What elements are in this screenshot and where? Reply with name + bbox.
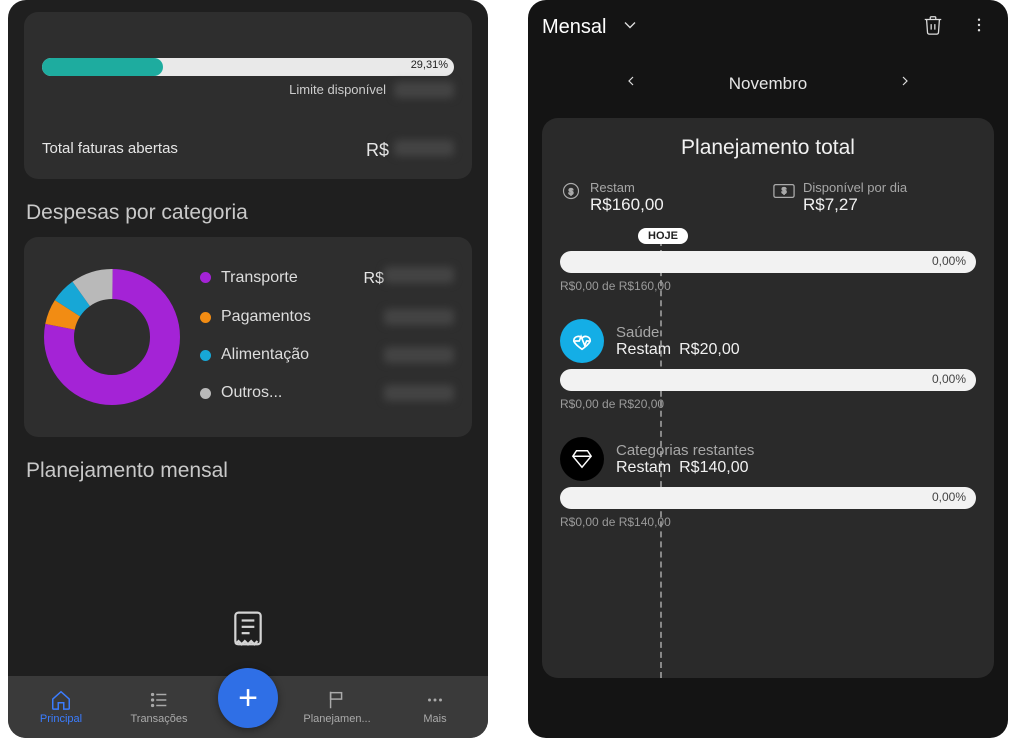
phone-right: Mensal Novembro Planejamento total $ xyxy=(528,0,1008,738)
phone-left: 29,31% Limite disponível 0000 Total fatu… xyxy=(8,0,488,738)
budget-pct: 0,00% xyxy=(932,254,966,268)
chart-legend: Transporte R$ Pagamentos Alimentação Out… xyxy=(200,257,454,417)
legend-dot-icon xyxy=(200,388,211,399)
bottom-nav: Principal Transações + Planejamen... Mai… xyxy=(8,676,488,738)
budget-sub: R$0,00 de R$160,00 xyxy=(560,279,976,293)
open-invoices-value: R$ 0000 xyxy=(366,140,454,161)
home-icon xyxy=(50,689,72,711)
legend-label: Transporte xyxy=(221,269,354,287)
budget-bar: 0,00% xyxy=(560,487,976,509)
credit-card-summary[interactable]: 29,31% Limite disponível 0000 Total fatu… xyxy=(24,12,472,179)
budget-head: Saúde Restam R$20,00 xyxy=(560,319,976,363)
month-label: Novembro xyxy=(729,74,807,94)
monthly-planning-title: Planejamento mensal xyxy=(26,459,470,483)
legend-dot-icon xyxy=(200,312,211,323)
legend-row-transporte[interactable]: Transporte R$ xyxy=(200,257,454,298)
budget-restantes[interactable]: Categorias restantes Restam R$140,00 0,00… xyxy=(560,437,976,529)
budget-pct: 0,00% xyxy=(932,372,966,386)
nav-transacoes[interactable]: Transações xyxy=(120,689,198,725)
limit-progress-track: 29,31% xyxy=(42,58,454,76)
legend-value-blurred xyxy=(384,385,454,401)
next-month-button[interactable] xyxy=(897,73,913,94)
period-dropdown[interactable]: Mensal xyxy=(542,16,606,39)
legend-value-blurred xyxy=(384,267,454,283)
svg-text:$: $ xyxy=(569,186,574,196)
nav-label: Planejamen... xyxy=(303,713,370,725)
legend-value: R$ xyxy=(364,267,454,288)
limit-progress-percent: 29,31% xyxy=(411,59,448,71)
rest-label: Restam xyxy=(616,341,671,358)
legend-row-outros[interactable]: Outros... xyxy=(200,374,454,412)
limit-progress-fill xyxy=(42,58,163,76)
chevron-down-icon[interactable] xyxy=(620,15,640,40)
summary-stats: $ Restam R$160,00 $ Disponível por dia R… xyxy=(560,180,976,215)
trash-icon[interactable] xyxy=(916,8,950,47)
month-nav: Novembro xyxy=(528,53,1008,118)
diamond-icon xyxy=(560,437,604,481)
expenses-chart-card[interactable]: Transporte R$ Pagamentos Alimentação Out… xyxy=(24,237,472,437)
more-icon xyxy=(424,689,446,711)
budget-sub: R$0,00 de R$20,00 xyxy=(560,397,976,411)
coin-icon: $ xyxy=(560,180,582,202)
nav-label: Principal xyxy=(40,713,82,725)
limit-available-row: Limite disponível 0000 xyxy=(42,82,454,98)
donut-chart xyxy=(42,257,182,417)
nav-label: Mais xyxy=(423,713,446,725)
budget-bar: 0,00% xyxy=(560,251,976,273)
legend-row-alimentacao[interactable]: Alimentação xyxy=(200,336,454,374)
nav-principal[interactable]: Principal xyxy=(22,689,100,725)
stat-per-day-label: Disponível por dia xyxy=(803,180,907,195)
legend-value-blurred xyxy=(384,347,454,363)
category-name: Saúde xyxy=(616,324,740,341)
nav-mais[interactable]: Mais xyxy=(396,689,474,725)
open-invoices-value-blurred: 0000 xyxy=(394,140,454,156)
planning-card: Planejamento total $ Restam R$160,00 $ D… xyxy=(542,118,994,678)
planning-card-title: Planejamento total xyxy=(560,136,976,160)
legend-dot-icon xyxy=(200,272,211,283)
legend-label: Outros... xyxy=(221,384,374,402)
limit-available-value-blurred: 0000 xyxy=(394,82,454,98)
budget-total[interactable]: 0,00% R$0,00 de R$160,00 xyxy=(560,251,976,293)
kebab-icon[interactable] xyxy=(964,10,994,45)
open-invoices-row: Total faturas abertas R$ 0000 xyxy=(42,140,454,161)
currency-prefix: R$ xyxy=(366,140,389,160)
budget-head: Categorias restantes Restam R$140,00 xyxy=(560,437,976,481)
currency-prefix: R$ xyxy=(364,270,384,287)
stat-remaining-value: R$160,00 xyxy=(590,195,664,215)
stat-remaining: $ Restam R$160,00 xyxy=(560,180,763,215)
rest-value: R$140,00 xyxy=(679,459,748,476)
budget-saude[interactable]: Saúde Restam R$20,00 0,00% R$0,00 de R$20… xyxy=(560,319,976,411)
rest-value: R$20,00 xyxy=(679,341,740,358)
legend-value-blurred xyxy=(384,309,454,325)
rest-label: Restam xyxy=(616,459,671,476)
top-cards-wrap: 29,31% Limite disponível 0000 Total fatu… xyxy=(8,12,488,179)
stat-per-day-value: R$7,27 xyxy=(803,195,907,215)
legend-label: Pagamentos xyxy=(221,308,374,326)
flag-icon xyxy=(326,689,348,711)
fab-add[interactable]: + xyxy=(218,668,278,728)
receipt-icon[interactable] xyxy=(229,609,267,656)
today-marker: HOJE xyxy=(638,228,688,244)
limit-available-label: Limite disponível xyxy=(289,82,386,98)
category-name: Categorias restantes xyxy=(616,442,754,459)
stat-per-day: $ Disponível por dia R$7,27 xyxy=(773,180,976,215)
nav-label: Transações xyxy=(130,713,187,725)
legend-row-pagamentos[interactable]: Pagamentos xyxy=(200,298,454,336)
stat-remaining-label: Restam xyxy=(590,180,664,195)
bill-icon: $ xyxy=(773,180,795,202)
list-icon xyxy=(148,689,170,711)
plus-icon: + xyxy=(238,679,258,718)
expenses-section-title: Despesas por categoria xyxy=(26,201,470,225)
prev-month-button[interactable] xyxy=(623,73,639,94)
budget-bar: 0,00% xyxy=(560,369,976,391)
legend-dot-icon xyxy=(200,350,211,361)
period-header: Mensal xyxy=(528,0,1008,53)
health-icon xyxy=(560,319,604,363)
budget-pct: 0,00% xyxy=(932,490,966,504)
open-invoices-label: Total faturas abertas xyxy=(42,140,178,161)
budget-sub: R$0,00 de R$140,00 xyxy=(560,515,976,529)
legend-label: Alimentação xyxy=(221,346,374,364)
nav-planejamento[interactable]: Planejamen... xyxy=(298,689,376,725)
svg-text:$: $ xyxy=(782,187,787,196)
